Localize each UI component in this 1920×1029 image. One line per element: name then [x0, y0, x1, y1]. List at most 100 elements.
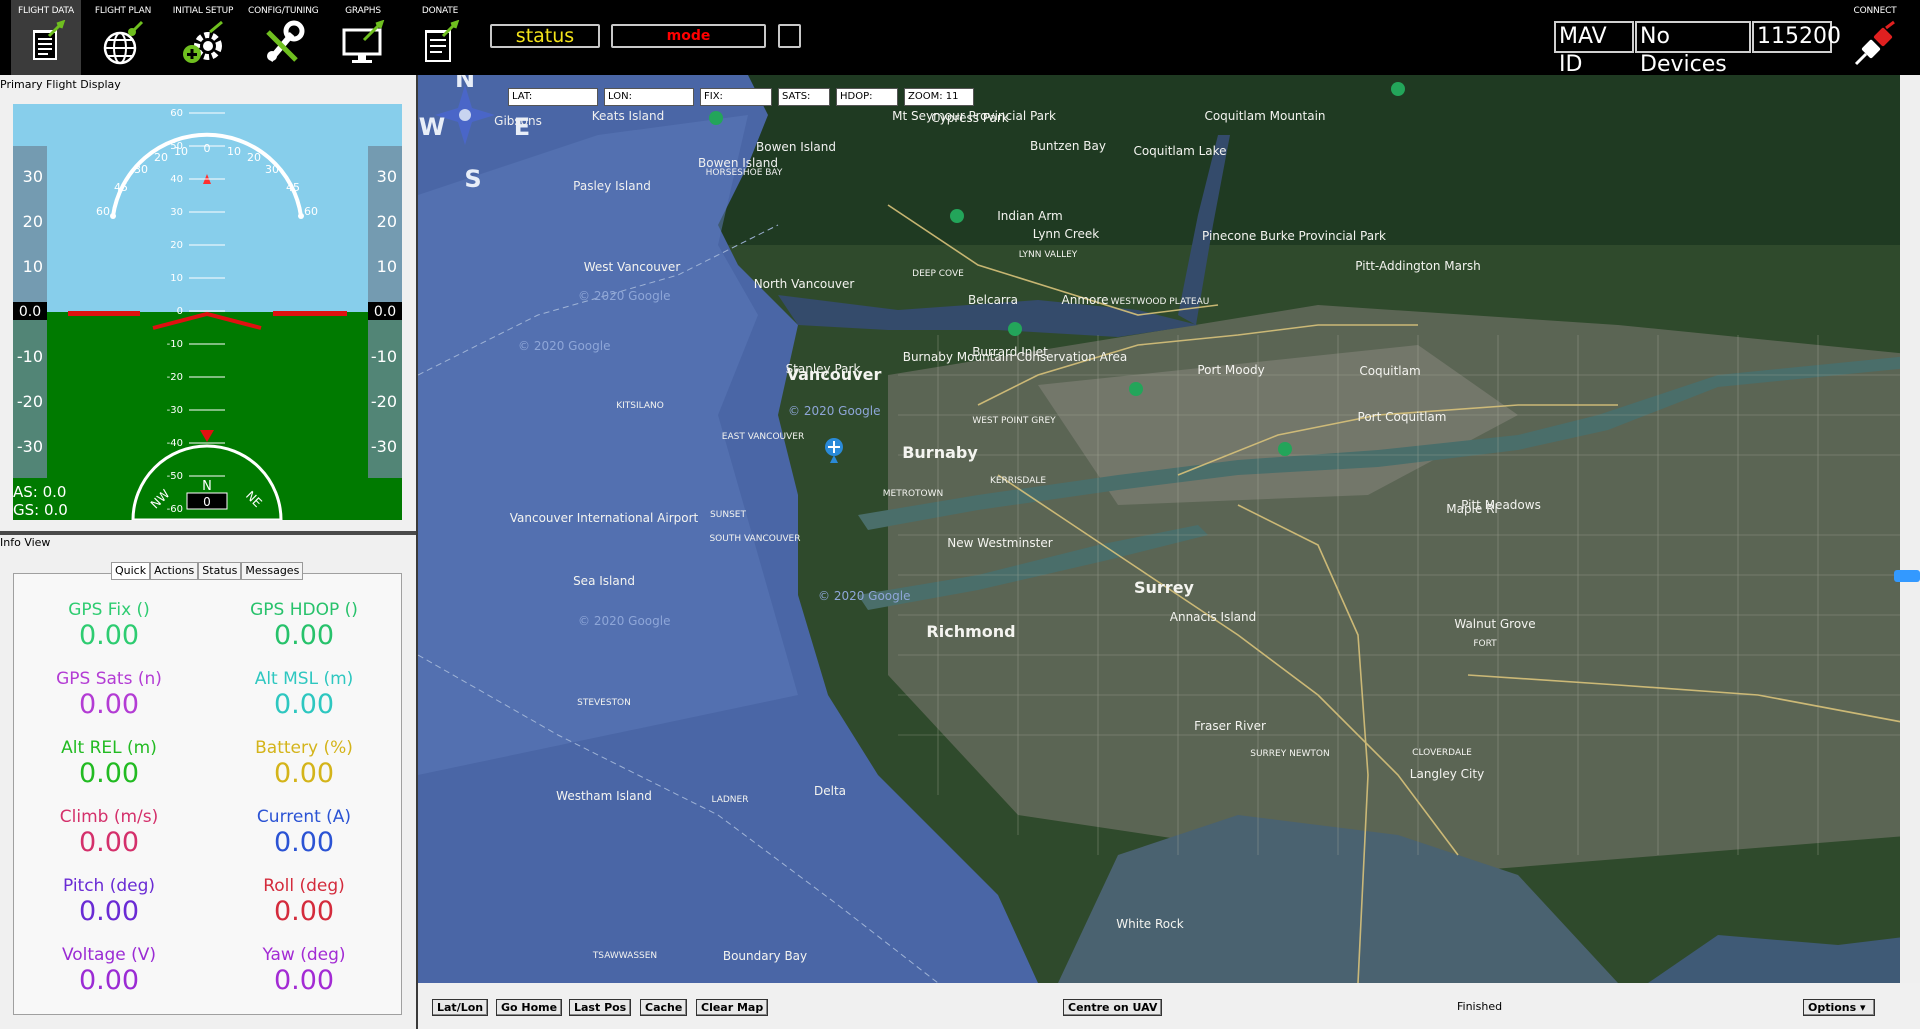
cache-button[interactable]: Cache	[640, 999, 688, 1016]
map-place-label: Burnaby Mountain Conservation Area	[903, 350, 1128, 364]
mountain-area	[718, 75, 1920, 245]
options-dropdown[interactable]: Options ▾	[1803, 999, 1875, 1016]
map-place-label: Maple Ri	[1446, 502, 1498, 516]
map-place-label: KITSILANO	[616, 401, 664, 411]
donate-button[interactable]: DONATE	[405, 0, 475, 75]
map-compass-n: N	[455, 75, 475, 93]
quick-item-value: 0.00	[273, 758, 335, 789]
map-place-label: Keats Island	[592, 109, 664, 123]
quick-item[interactable]: Yaw (deg) 0.00	[209, 945, 399, 997]
quick-item[interactable]: GPS Sats (n) 0.00	[14, 669, 204, 721]
map-place-label: West Vancouver	[584, 260, 681, 274]
initial-setup-button[interactable]: INITIAL SETUP	[168, 0, 238, 75]
roll-scale-label: 30	[265, 163, 279, 176]
roll-scale-label: 10	[227, 145, 241, 158]
latlon-button[interactable]: Lat/Lon	[432, 999, 489, 1016]
map-place-label: White Rock	[1116, 917, 1183, 931]
quick-item[interactable]: Roll (deg) 0.00	[209, 876, 399, 928]
pitch-ladder-label: -60	[167, 504, 183, 515]
map-place-label: EAST VANCOUVER	[722, 432, 804, 442]
map-place-label: Port Moody	[1197, 363, 1264, 377]
pitch-ladder-label: -40	[167, 438, 183, 449]
pitch-ladder-label: -20	[167, 372, 183, 383]
quick-item[interactable]: GPS HDOP () 0.00	[209, 600, 399, 652]
map-watermark: © 2020 Google	[518, 339, 610, 353]
zoom-handle[interactable]	[1894, 570, 1920, 582]
armed-indicator	[778, 24, 801, 48]
quick-item[interactable]: Pitch (deg) 0.00	[14, 876, 204, 928]
baud-select[interactable]: 115200	[1752, 21, 1841, 53]
device-select[interactable]: No Devices	[1635, 21, 1751, 77]
config-tuning-icon	[266, 20, 305, 62]
centre-on-uav-button[interactable]: Centre on UAV	[1063, 999, 1163, 1016]
quick-item[interactable]: Climb (m/s) 0.00	[14, 807, 204, 859]
graphs-button[interactable]: GRAPHS	[328, 0, 398, 75]
tab-status[interactable]: Status	[198, 562, 242, 580]
roll-scale-label: 60	[96, 205, 110, 218]
airspeed-tape-label: -10	[17, 347, 43, 366]
map-watermark: © 2020 Google	[788, 404, 880, 418]
quick-item[interactable]: Voltage (V) 0.00	[14, 945, 204, 997]
status-display: status	[490, 24, 600, 48]
map-view[interactable]: N W E S Gibsons Keats Island Bowen Island Bowen…	[418, 75, 1920, 983]
initial-setup-label: INITIAL SETUP	[172, 6, 234, 16]
pitch-ladder-label: 20	[170, 240, 183, 251]
quick-item[interactable]: Battery (%) 0.00	[209, 738, 399, 790]
quick-item-value: 0.00	[273, 620, 335, 651]
altitude-tape-label: 30	[377, 167, 397, 186]
initial-setup-icon	[183, 20, 223, 63]
map-watermark: © 2020 Google	[818, 589, 910, 603]
map-place-label: CLOVERDALE	[1412, 748, 1472, 758]
flight-data-label: FLIGHT DATA	[18, 6, 74, 16]
hdop-display: HDOP:	[836, 88, 898, 106]
connect-button[interactable]: CONNECT	[1840, 0, 1910, 75]
map-place-label: METROTOWN	[883, 489, 944, 499]
flight-plan-button[interactable]: FLIGHT PLAN	[88, 0, 158, 75]
map-place-label: Boundary Bay	[723, 949, 807, 963]
graphs-icon	[342, 19, 385, 63]
graphs-label: GRAPHS	[345, 6, 381, 16]
airspeed-tape-label: -20	[17, 392, 43, 411]
pitch-ladder-label: 0	[177, 306, 183, 317]
lon-display: LON:	[604, 88, 694, 106]
go-home-button[interactable]: Go Home	[496, 999, 563, 1016]
map-place-label: LADNER	[712, 795, 749, 805]
tab-actions[interactable]: Actions	[150, 562, 199, 580]
zoom-scrollbar[interactable]	[1900, 75, 1920, 983]
map-place-label: DEEP COVE	[912, 269, 964, 279]
altitude-tape-label: 20	[377, 212, 397, 231]
flight-data-icon	[33, 19, 66, 60]
flight-plan-icon	[103, 20, 144, 65]
config-tuning-button[interactable]: CONFIG/TUNING	[248, 0, 319, 75]
tab-messages[interactable]: Messages	[241, 562, 304, 580]
map-place-label: Buntzen Bay	[1030, 139, 1106, 153]
roll-scale-label: 20	[247, 151, 261, 164]
altitude-tape-label: -30	[371, 437, 397, 456]
quick-item[interactable]: GPS Fix () 0.00	[14, 600, 204, 652]
fix-display: FIX:	[700, 88, 772, 106]
quick-item[interactable]: Current (A) 0.00	[209, 807, 399, 859]
map-place-label: Pinecone Burke Provincial Park	[1202, 229, 1386, 243]
map-place-label: Pitt-Addington Marsh	[1355, 259, 1481, 273]
primary-flight-display: 60 45 30 20 10 0 10 20 30 45 60 60 50 40 30 20 10 0 -10 -20…	[13, 104, 402, 520]
pitch-ladder-label: 30	[170, 207, 183, 218]
quick-item[interactable]: Alt MSL (m) 0.00	[209, 669, 399, 721]
pitch-ladder-label: 60	[170, 108, 183, 119]
quick-item-value: 0.00	[273, 689, 335, 720]
mav-id-select[interactable]: MAV ID	[1554, 21, 1634, 77]
quick-item-label: Pitch (deg)	[62, 876, 156, 896]
panel-splitter[interactable]	[0, 531, 416, 535]
quick-item-label: Yaw (deg)	[262, 945, 346, 965]
tab-quick[interactable]: Quick	[111, 562, 151, 580]
map-controls: Lat/Lon Go Home Last Pos Cache Clear Map…	[418, 983, 1920, 1029]
flight-data-button[interactable]: FLIGHT DATA	[11, 0, 81, 75]
airspeed-tape-label: 30	[23, 167, 43, 186]
quick-item-label: GPS HDOP ()	[250, 600, 358, 620]
map-watermark: © 2020 Google	[578, 614, 670, 628]
map-place-label: STEVESTON	[577, 698, 631, 708]
map-place-label: SOUTH VANCOUVER	[709, 534, 800, 544]
last-pos-button[interactable]: Last Pos	[569, 999, 632, 1016]
map-place-label: Coquitlam Mountain	[1204, 109, 1325, 123]
quick-item[interactable]: Alt REL (m) 0.00	[14, 738, 204, 790]
clear-map-button[interactable]: Clear Map	[696, 999, 769, 1016]
